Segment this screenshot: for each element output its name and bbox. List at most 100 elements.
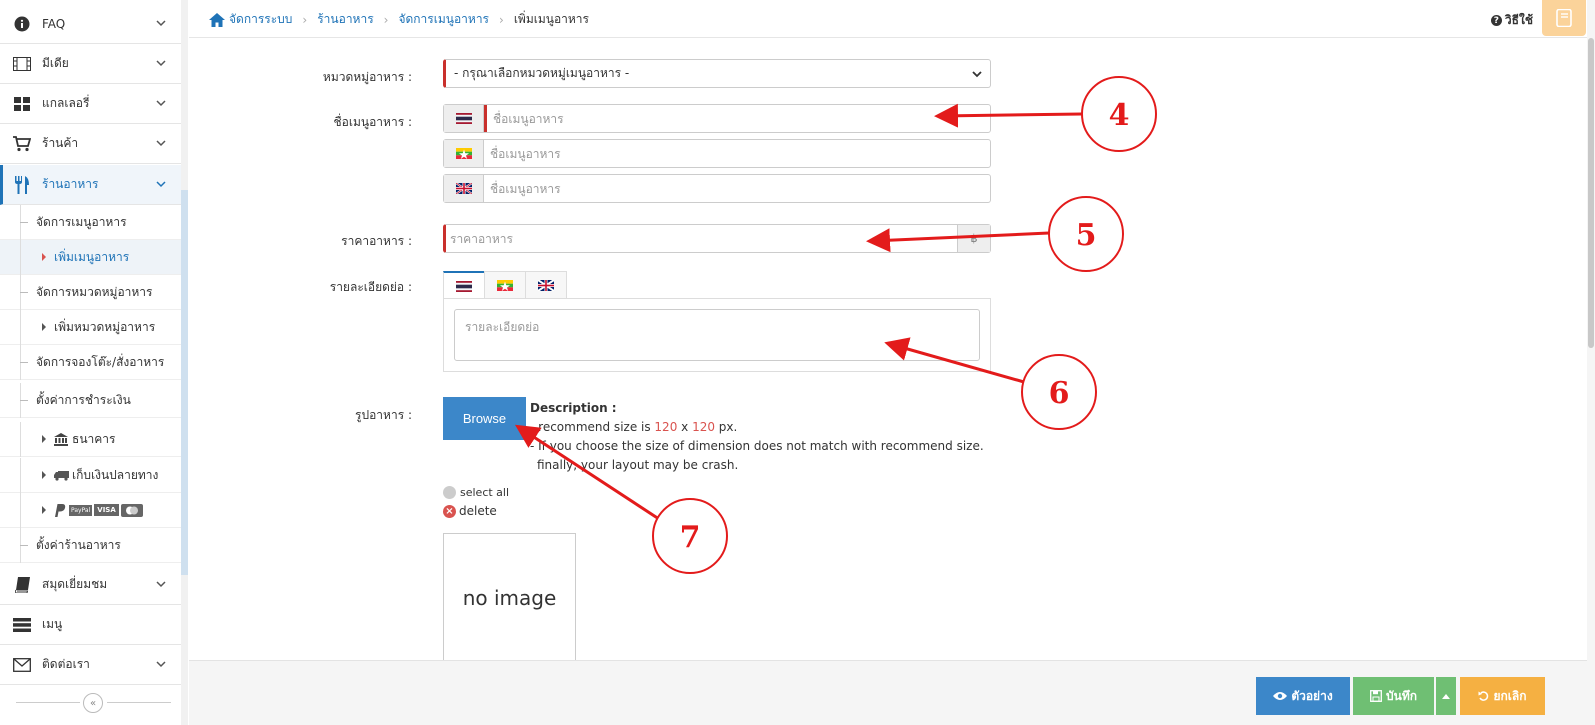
page-scrollbar[interactable]	[1587, 0, 1595, 725]
sidebar-item-contact[interactable]: ติดต่อเรา	[0, 645, 181, 685]
mastercard-icon	[120, 503, 143, 517]
sidebar-sub-label: ตั้งค่าการชำระเงิน	[36, 392, 131, 407]
price-label: ราคาอาหาร :	[341, 234, 412, 248]
sidebar-item-label: มีเดีย	[42, 56, 69, 70]
film-icon	[12, 55, 32, 73]
bank-icon	[54, 432, 68, 446]
sidebar-item-shop[interactable]: ร้านค้า	[0, 124, 181, 164]
breadcrumb-item-admin[interactable]: จัดการระบบ	[229, 10, 292, 29]
chevron-down-icon	[156, 60, 166, 67]
chevron-down-icon	[156, 100, 166, 107]
info-icon	[12, 15, 32, 33]
select-all-label: select all	[460, 486, 510, 499]
question-icon: ?	[1490, 15, 1502, 26]
sidebar-item-menu[interactable]: เมนู	[0, 605, 181, 645]
desc-text: px.	[714, 420, 738, 434]
sidebar-item-guestbook[interactable]: สมุดเยี่ยมชม	[0, 565, 181, 605]
browse-button[interactable]: Browse	[443, 397, 526, 440]
breadcrumb-item-manage-menu[interactable]: จัดการเมนูอาหาร	[398, 10, 489, 29]
sidebar-item-label: ร้านอาหาร	[42, 177, 99, 191]
undo-icon	[1478, 690, 1489, 701]
sidebar-sub-bank[interactable]: ธนาคาร	[0, 422, 181, 457]
myanmar-flag-icon	[497, 280, 513, 291]
caret-right-icon	[42, 471, 46, 479]
detail-textarea[interactable]	[454, 309, 980, 361]
sidebar-sub-online-payment[interactable]: PayPal VISA	[0, 493, 181, 528]
annotation-number: 4	[1109, 98, 1130, 133]
language-tabs	[443, 271, 567, 299]
menu-name-en-input[interactable]	[484, 175, 990, 202]
tab-myanmar[interactable]	[484, 271, 526, 299]
menu-name-mm-input[interactable]	[484, 140, 990, 167]
help-link[interactable]: ? วิธีใช้	[1490, 11, 1533, 30]
price-input[interactable]	[446, 225, 957, 252]
menu-name-en-group	[443, 174, 991, 203]
annotation-number: 7	[680, 520, 701, 555]
tab-english[interactable]	[525, 271, 567, 299]
sidebar-sub-add-category[interactable]: เพิ่มหมวดหมู่อาหาร	[0, 310, 181, 345]
breadcrumb-item-restaurant[interactable]: ร้านอาหาร	[317, 10, 373, 29]
sidebar-item-restaurant[interactable]: ร้านอาหาร	[0, 165, 181, 205]
baht-icon: ฿	[957, 225, 990, 252]
menu-name-mm-group	[443, 139, 991, 168]
uk-flag-icon	[538, 280, 554, 291]
mail-icon	[12, 656, 32, 674]
sidebar-sub-label: จัดการหมวดหมู่อาหาร	[36, 284, 153, 299]
sidebar-sub-payment-settings[interactable]: ตั้งค่าการชำระเงิน	[0, 383, 181, 418]
thai-flag-icon	[444, 105, 484, 132]
sidebar-sub-cod[interactable]: เก็บเงินปลายทาง	[0, 458, 181, 493]
sidebar-item-faq[interactable]: FAQ	[0, 4, 181, 44]
category-select[interactable]: - กรุณาเลือกหมวดหมู่เมนูอาหาร -	[443, 59, 991, 88]
annotation-number: 6	[1049, 376, 1070, 411]
desc-text: - recommend size is	[530, 420, 655, 434]
sidebar-sub-label: เก็บเงินปลายทาง	[72, 467, 159, 482]
book-icon	[12, 576, 32, 594]
sidebar-scrollbar-thumb[interactable]	[181, 190, 188, 575]
menu-name-th-input[interactable]	[484, 105, 990, 132]
sidebar-item-label: ติดต่อเรา	[42, 657, 90, 671]
sidebar-sub-manage-menu[interactable]: จัดการเมนูอาหาร	[0, 205, 181, 240]
menu-name-th-group	[443, 104, 991, 133]
breadcrumb-item-current: เพิ่มเมนูอาหาร	[513, 12, 589, 26]
sidebar-item-media[interactable]: มีเดีย	[0, 44, 181, 84]
caret-right-icon	[42, 323, 46, 331]
sidebar-item-label: เมนู	[42, 617, 63, 631]
myanmar-flag-icon	[444, 140, 484, 167]
sidebar-sub-restaurant-settings[interactable]: ตั้งค่าร้านอาหาร	[0, 528, 181, 563]
topbar: จัดการระบบ › ร้านอาหาร › จัดการเมนูอาหาร…	[189, 0, 1595, 38]
page-scrollbar-thumb[interactable]	[1588, 38, 1594, 348]
breadcrumb-separator: ›	[302, 12, 308, 27]
cancel-button[interactable]: ยกเลิก	[1460, 677, 1545, 715]
recommend-width: 120	[654, 420, 678, 434]
preview-button[interactable]: ตัวอย่าง	[1256, 677, 1350, 715]
cart-icon	[12, 135, 32, 153]
select-all-toggle[interactable]: select all	[443, 486, 509, 499]
chevron-down-icon	[156, 20, 166, 27]
sidebar-item-gallery[interactable]: แกลเลอรี่	[0, 84, 181, 124]
cancel-label: ยกเลิก	[1493, 688, 1527, 703]
recommend-height: 120	[692, 420, 715, 434]
save-button[interactable]: บันทึก	[1353, 677, 1434, 715]
delete-button[interactable]: × delete	[443, 504, 497, 518]
chevron-down-icon	[156, 140, 166, 147]
caret-right-icon	[42, 253, 46, 261]
tab-thai[interactable]	[443, 271, 485, 299]
detail-tab-pane	[443, 298, 991, 372]
sidebar-sub-manage-category[interactable]: จัดการหมวดหมู่อาหาร	[0, 275, 181, 310]
sidebar-collapse-button[interactable]: «	[83, 693, 103, 713]
save-dropdown-toggle[interactable]	[1436, 677, 1456, 715]
sidebar-sub-add-menu[interactable]: เพิ่มเมนูอาหาร	[0, 240, 181, 275]
sidebar-sub-booking[interactable]: จัดการจองโต๊ะ/สั่งอาหาร	[0, 345, 181, 380]
utensils-icon	[12, 175, 32, 194]
category-label: หมวดหมู่อาหาร :	[322, 70, 412, 84]
sidebar: FAQ มีเดีย แกลเลอรี่ ร้านค้า ร้านอาหาร จ…	[0, 0, 188, 725]
category-select-value: - กรุณาเลือกหมวดหมู่เมนูอาหาร -	[454, 66, 630, 80]
image-label: รูปอาหาร :	[355, 408, 412, 422]
paypal-card: PayPal	[69, 504, 93, 516]
desc-text: x	[677, 420, 693, 434]
notebook-button[interactable]	[1542, 0, 1586, 36]
sidebar-sub-label: ตั้งค่าร้านอาหาร	[36, 537, 121, 552]
chevron-down-icon	[156, 661, 166, 668]
paypal-icon	[55, 503, 66, 517]
radio-icon	[443, 486, 456, 499]
